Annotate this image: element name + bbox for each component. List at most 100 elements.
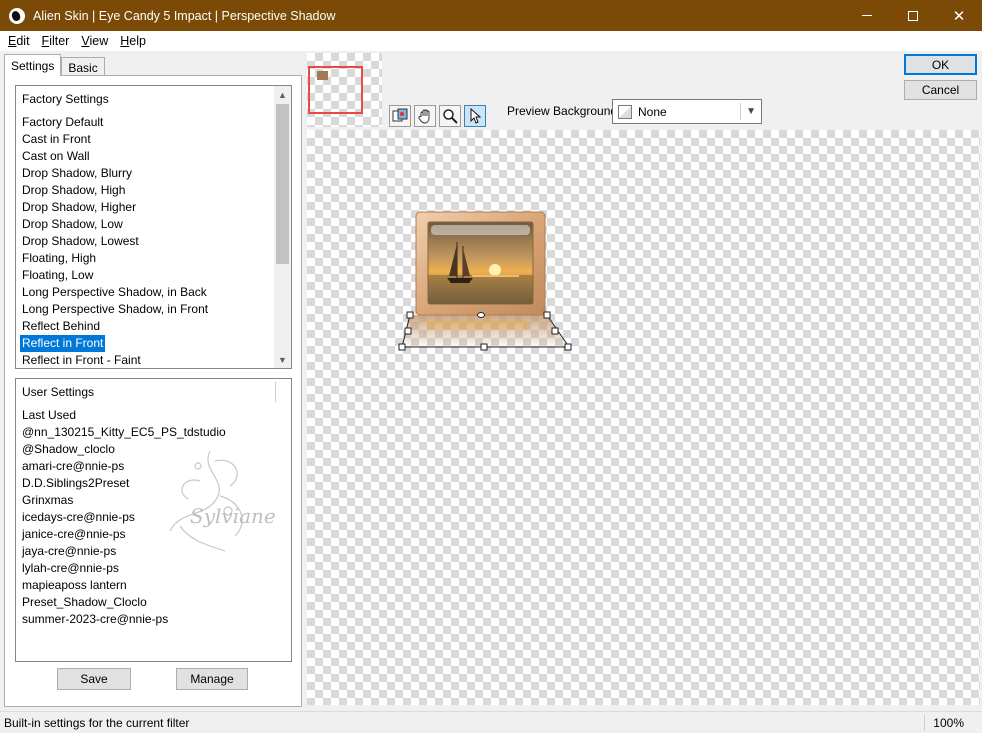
maximize-icon [908, 10, 918, 21]
window-controls: ✕ [844, 0, 982, 31]
factory-settings-header: Factory Settings [22, 92, 109, 106]
preview-background-value: None [638, 104, 667, 119]
preview-toggle-icon[interactable] [389, 105, 411, 127]
navigator-thumbnail[interactable] [307, 53, 382, 127]
settings-tab-body: Factory Settings Factory Default Cast in … [4, 75, 302, 707]
cancel-button[interactable]: Cancel [904, 80, 977, 100]
factory-settings-list[interactable]: Factory Settings Factory Default Cast in … [15, 85, 292, 369]
hand-icon[interactable] [414, 105, 436, 127]
user-item-label: janice-cre@nnie-ps [22, 527, 126, 541]
glass-highlight [431, 225, 530, 235]
svg-text:Sylviane: Sylviane [190, 504, 276, 528]
list-item[interactable]: Drop Shadow, Blurry [20, 165, 273, 182]
factory-item-label: Drop Shadow, Blurry [22, 166, 133, 180]
list-item[interactable]: Drop Shadow, High [20, 182, 273, 199]
factory-item-label: Drop Shadow, Low [22, 217, 123, 231]
user-item-label: Grinxmas [22, 493, 74, 507]
factory-scrollbar[interactable]: ▲ ▼ [274, 86, 291, 368]
list-item[interactable]: Drop Shadow, Low [20, 216, 273, 233]
viewport-rectangle[interactable] [308, 66, 363, 114]
reflection-shadow [402, 315, 569, 347]
chevron-down-icon: ▼ [746, 106, 756, 117]
zoom-icon[interactable] [439, 105, 461, 127]
ok-button[interactable]: OK [904, 54, 977, 75]
list-item[interactable]: Drop Shadow, Lowest [20, 233, 273, 250]
factory-item-label: Floating, High [22, 251, 97, 265]
close-icon: ✕ [952, 7, 966, 25]
minimize-icon [862, 15, 872, 16]
alien-skin-logo-icon [9, 7, 25, 24]
list-item[interactable]: Reflect in Front - Faint [20, 352, 273, 368]
user-item-label: D.D.Siblings2Preset [22, 476, 130, 490]
user-settings-header: User Settings [22, 385, 95, 399]
list-item[interactable]: Cast in Front [20, 131, 273, 148]
save-button[interactable]: Save [57, 668, 131, 690]
list-item[interactable]: mapieaposs lantern [20, 577, 273, 594]
scroll-up-icon[interactable]: ▲ [274, 86, 291, 103]
list-item[interactable]: Long Perspective Shadow, in Back [20, 284, 273, 301]
list-item[interactable]: Last Used [20, 407, 273, 424]
list-item[interactable]: Long Perspective Shadow, in Front [20, 301, 273, 318]
background-swatch-icon [618, 104, 632, 119]
list-item[interactable]: Factory Default [20, 114, 273, 131]
sylviane-watermark: Sylviane [169, 450, 276, 552]
pointer-icon[interactable] [464, 105, 486, 127]
list-item[interactable]: Cast on Wall [20, 148, 273, 165]
column-divider [275, 382, 276, 402]
reflection-highlight [427, 320, 527, 330]
factory-item-label: Drop Shadow, High [22, 183, 126, 197]
list-item[interactable]: Preset_Shadow_Cloclo [20, 594, 273, 611]
scroll-thumb[interactable] [276, 104, 289, 264]
user-item-label: jaya-cre@nnie-ps [22, 544, 117, 558]
list-item[interactable]: Reflect Behind [20, 318, 273, 335]
menu-bar: Edit Filter View Help [0, 31, 982, 51]
status-bar: Built-in settings for the current filter… [0, 711, 982, 733]
tab-basic[interactable]: Basic [61, 57, 105, 76]
user-item-label: @Shadow_cloclo [22, 442, 115, 456]
factory-item-label: Long Perspective Shadow, in Front [22, 302, 209, 316]
status-text: Built-in settings for the current filter [4, 715, 190, 730]
list-item[interactable]: @nn_130215_Kitty_EC5_PS_tdstudio [20, 424, 273, 441]
list-item[interactable]: Floating, Low [20, 267, 273, 284]
user-item-label: amari-cre@nnie-ps [22, 459, 125, 473]
list-item[interactable]: summer-2023-cre@nnie-ps [20, 611, 273, 628]
manage-button[interactable]: Manage [176, 668, 248, 690]
list-item[interactable]: Floating, High [20, 250, 273, 267]
menu-view[interactable]: View [77, 34, 112, 48]
minimize-button[interactable] [844, 0, 890, 31]
user-item-label: @nn_130215_Kitty_EC5_PS_tdstudio [22, 425, 226, 439]
factory-settings-items: Factory Default Cast in Front Cast on Wall… [20, 114, 273, 368]
user-item-label: Preset_Shadow_Cloclo [22, 595, 147, 609]
preview-toolbar [389, 105, 489, 127]
factory-item-label: Factory Default [22, 115, 104, 129]
list-item[interactable]: Reflect in Front [20, 335, 273, 352]
sea [428, 275, 533, 304]
factory-item-label: Drop Shadow, Higher [22, 200, 137, 214]
user-item-label: mapieaposs lantern [22, 578, 127, 592]
factory-item-label: Cast in Front [22, 132, 91, 146]
tab-settings[interactable]: Settings [4, 54, 62, 76]
user-item-label: summer-2023-cre@nnie-ps [22, 612, 169, 626]
menu-filter[interactable]: Filter [38, 34, 74, 48]
scroll-down-icon[interactable]: ▼ [274, 351, 291, 368]
close-button[interactable]: ✕ [936, 0, 982, 31]
settings-panel: Settings Basic Factory Settings Factory … [0, 51, 305, 709]
maximize-button[interactable] [890, 0, 936, 31]
factory-item-label: Drop Shadow, Lowest [22, 234, 139, 248]
menu-help[interactable]: Help [116, 34, 150, 48]
preview-background-select[interactable]: None ▼ [612, 99, 762, 124]
select-divider [740, 103, 741, 120]
user-item-label: lylah-cre@nnie-ps [22, 561, 119, 575]
user-item-label: Last Used [22, 408, 77, 422]
preview-background-label: Preview Background: [507, 104, 621, 118]
settings-tabs: Settings Basic [4, 54, 105, 76]
zoom-level: 100% [924, 715, 964, 731]
menu-edit[interactable]: Edit [4, 34, 34, 48]
list-item[interactable]: Drop Shadow, Higher [20, 199, 273, 216]
factory-item-label: Long Perspective Shadow, in Back [22, 285, 207, 299]
preview-canvas[interactable] [307, 130, 980, 705]
user-item-label: icedays-cre@nnie-ps [22, 510, 135, 524]
factory-item-label: Floating, Low [22, 268, 94, 282]
factory-item-label: Reflect Behind [22, 319, 101, 333]
selected-list-item: Reflect in Front [20, 335, 106, 352]
